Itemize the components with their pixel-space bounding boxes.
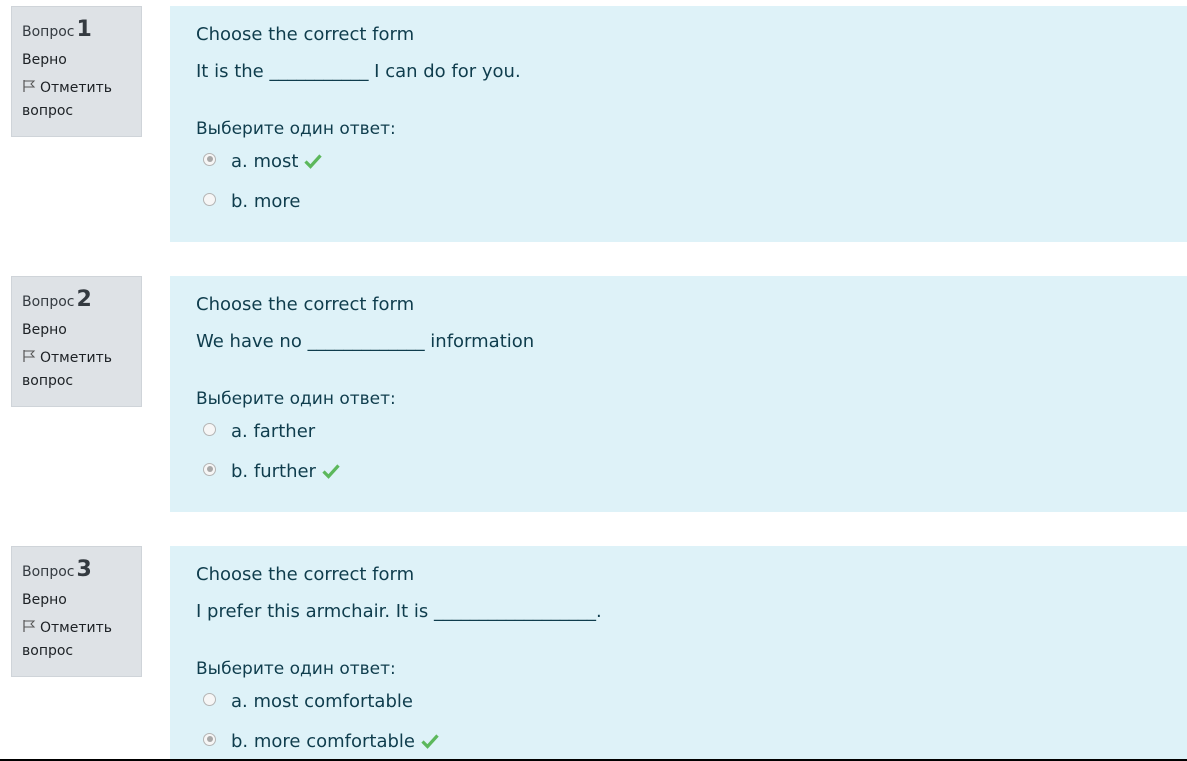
radio-button-a[interactable] [203, 692, 216, 706]
answer-option-b[interactable]: b. more [203, 189, 301, 213]
question-info: Вопрос1 Верно Отметить вопрос [11, 6, 142, 137]
answer-label: a. most comfortable [231, 690, 413, 712]
flag-question-link[interactable]: Отметить вопрос [22, 347, 131, 393]
answer-label: a. most [231, 150, 299, 172]
question-number-value: 2 [76, 287, 92, 312]
answer-option-b[interactable]: b. more comfortable [203, 729, 439, 753]
radio-button-b[interactable] [203, 732, 216, 746]
quiz-review-page: Вопрос1 Верно Отметить вопрос Choose the… [0, 0, 1187, 761]
check-icon [421, 734, 439, 749]
answer-label: a. farther [231, 420, 316, 442]
answer-prompt: Выберите один ответ: [196, 659, 396, 679]
flag-icon [23, 620, 36, 632]
question-text: I prefer this armchair. It is __________… [196, 601, 602, 622]
question-state: Верно [22, 592, 67, 608]
flag-icon [23, 80, 36, 92]
answer-label: b. more [231, 190, 301, 212]
answer-option-a[interactable]: a. most [203, 149, 323, 173]
question-info: Вопрос2 Верно Отметить вопрос [11, 276, 142, 407]
question-number-value: 1 [76, 17, 92, 42]
radio-button-a[interactable] [203, 152, 216, 166]
question-content: Choose the correct form We have no _____… [170, 276, 1187, 512]
question-content: Choose the correct form It is the ______… [170, 6, 1187, 242]
question-number: Вопрос1 [22, 15, 131, 45]
radio-button-b[interactable] [203, 192, 216, 206]
question-label: Вопрос [22, 294, 75, 310]
question-label: Вопрос [22, 564, 75, 580]
check-icon [322, 464, 340, 479]
answer-option-b[interactable]: b. further [203, 459, 340, 483]
question-label: Вопрос [22, 24, 75, 40]
question-3: Вопрос3 Верно Отметить вопрос Choose the… [0, 546, 1187, 761]
radio-button-b[interactable] [203, 462, 216, 476]
question-state: Верно [22, 322, 67, 338]
question-1: Вопрос1 Верно Отметить вопрос Choose the… [0, 6, 1187, 242]
answer-prompt: Выберите один ответ: [196, 119, 396, 139]
question-title: Choose the correct form [196, 24, 415, 45]
answer-option-a[interactable]: a. farther [203, 419, 315, 443]
answer-prompt: Выберите один ответ: [196, 389, 396, 409]
flag-icon [23, 350, 36, 362]
question-number: Вопрос3 [22, 555, 131, 585]
question-text: We have no _____________ information [196, 331, 535, 352]
answer-label: b. further [231, 460, 316, 482]
question-number-value: 3 [76, 557, 92, 582]
answer-option-a[interactable]: a. most comfortable [203, 689, 413, 713]
answer-label: b. more comfortable [231, 730, 415, 752]
flag-question-link[interactable]: Отметить вопрос [22, 617, 131, 663]
question-number: Вопрос2 [22, 285, 131, 315]
question-text: It is the ___________ I can do for you. [196, 61, 521, 82]
question-content: Choose the correct form I prefer this ar… [170, 546, 1187, 761]
question-info: Вопрос3 Верно Отметить вопрос [11, 546, 142, 677]
question-state: Верно [22, 52, 67, 68]
radio-button-a[interactable] [203, 422, 216, 436]
check-icon [304, 154, 323, 169]
question-2: Вопрос2 Верно Отметить вопрос Choose the… [0, 276, 1187, 512]
question-title: Choose the correct form [196, 564, 415, 585]
question-title: Choose the correct form [196, 294, 415, 315]
flag-question-link[interactable]: Отметить вопрос [22, 77, 131, 123]
